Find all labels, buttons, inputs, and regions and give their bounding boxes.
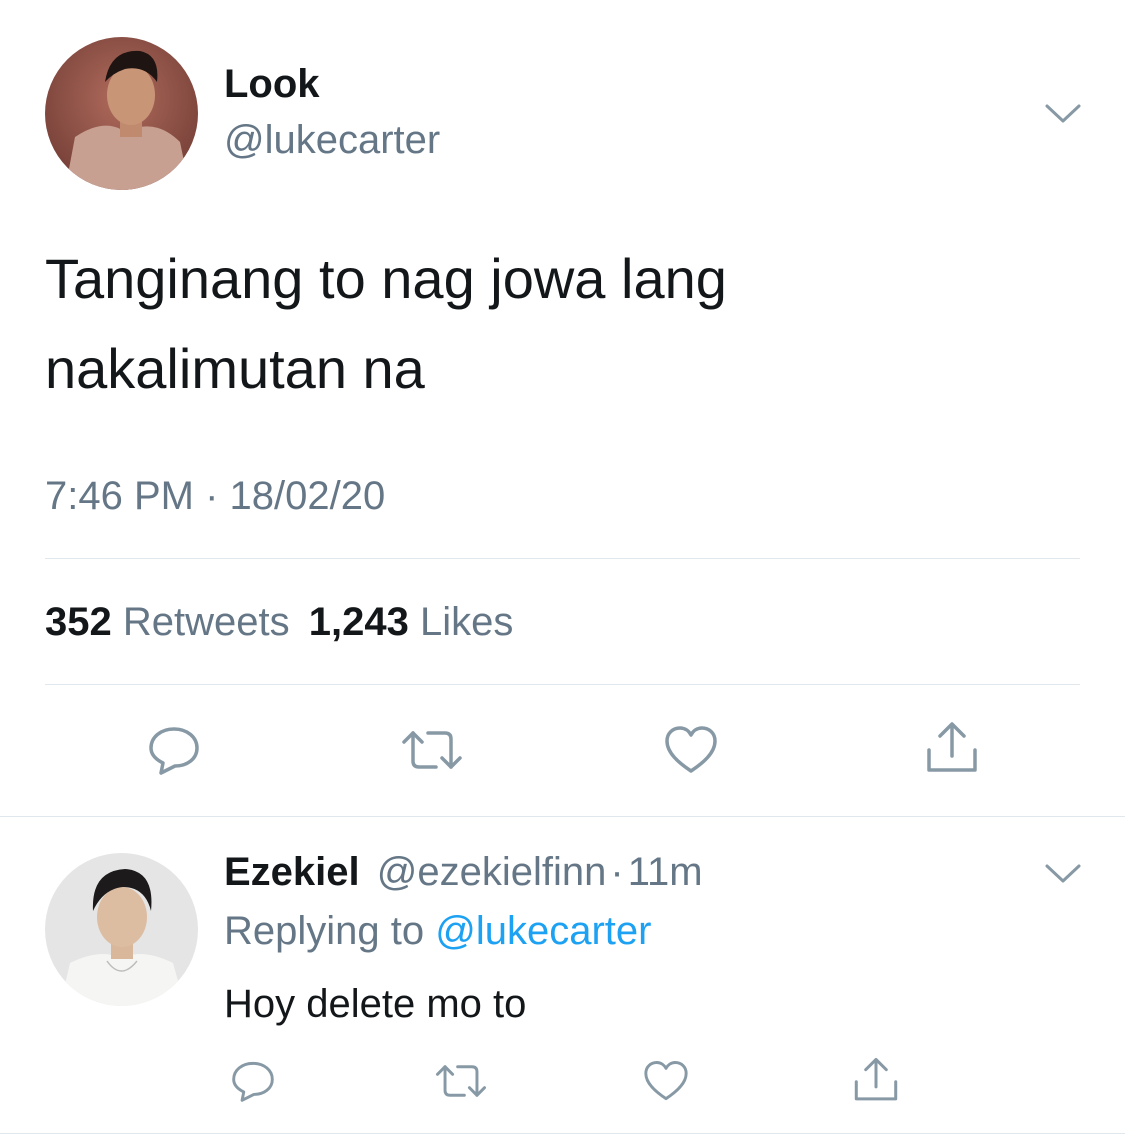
chevron-down-icon[interactable]: [1043, 854, 1083, 894]
author-handle[interactable]: @lukecarter: [224, 118, 440, 163]
section-divider: [0, 816, 1125, 817]
like-icon: [665, 726, 717, 773]
like-icon: [644, 1061, 688, 1101]
share-icon: [927, 722, 977, 772]
retweet-icon: [402, 731, 462, 769]
retweet-button[interactable]: [400, 722, 464, 778]
retweet-icon: [436, 1065, 486, 1097]
tweet-text-line-2: nakalimutan na: [45, 337, 425, 400]
reply-icon: [232, 1061, 274, 1102]
retweets-stat[interactable]: 352 Retweets: [45, 600, 301, 644]
retweets-count: 352: [45, 600, 112, 644]
replying-to-label: Replying to: [224, 909, 425, 953]
reply-button[interactable]: [228, 1058, 278, 1104]
retweet-button[interactable]: [432, 1058, 490, 1104]
tweet-timestamp[interactable]: 7:46 PM · 18/02/20: [45, 474, 385, 519]
retweets-label: Retweets: [122, 600, 290, 644]
bottom-divider: [0, 1133, 1125, 1134]
reply-icon: [149, 727, 199, 775]
share-button[interactable]: [850, 1054, 902, 1106]
reply-author-handle[interactable]: @ezekielfinn: [377, 850, 607, 894]
reply-header: Ezekiel @ezekielfinn · 11m: [224, 850, 703, 895]
likes-count: 1,243: [308, 600, 409, 644]
replying-to: Replying to @lukecarter: [224, 909, 651, 954]
reply-button[interactable]: [144, 722, 204, 778]
reply-time[interactable]: 11m: [628, 850, 703, 894]
divider: [45, 684, 1080, 685]
replying-to-handle[interactable]: @lukecarter: [435, 909, 651, 953]
divider: [45, 558, 1080, 559]
like-button[interactable]: [661, 722, 721, 778]
tweet-stats: 352 Retweets 1,243 Likes: [45, 600, 513, 645]
reply-separator: ·: [610, 850, 624, 894]
reply-text: Hoy delete mo to: [224, 982, 527, 1026]
reply-author-avatar[interactable]: [45, 853, 198, 1006]
author-avatar[interactable]: [45, 37, 198, 190]
share-icon: [854, 1057, 898, 1101]
tweet-text-line-1: Tanginang to nag jowa lang: [45, 247, 727, 310]
reply-author-name[interactable]: Ezekiel: [224, 850, 360, 894]
like-button[interactable]: [640, 1058, 692, 1104]
chevron-down-icon[interactable]: [1043, 94, 1083, 134]
author-name[interactable]: Look: [224, 62, 320, 107]
share-button[interactable]: [922, 718, 982, 778]
likes-label: Likes: [419, 600, 514, 644]
likes-stat[interactable]: 1,243 Likes: [309, 600, 514, 644]
